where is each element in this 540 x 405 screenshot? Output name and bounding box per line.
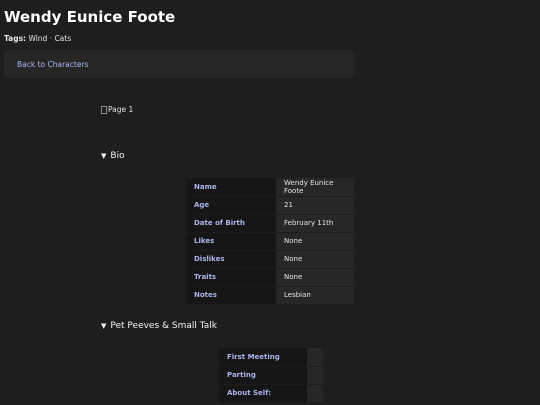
row-key: Parting (219, 366, 307, 385)
page-title: Wendy Eunice Foote (4, 8, 176, 26)
row-key: Age (186, 196, 276, 215)
table-row: First Meeting (219, 348, 323, 367)
row-key: Traits (186, 268, 276, 287)
row-value: Wendy Eunice Foote (276, 178, 354, 197)
table-row: Dislikes None (186, 250, 354, 269)
row-key: Name (186, 178, 276, 197)
table-row: Traits None (186, 268, 354, 287)
table-row: Parting (219, 366, 323, 385)
table-row: Date of Birth February 11th (186, 214, 354, 233)
row-value: None (276, 268, 354, 287)
page-image-alt: Page 1 (108, 105, 134, 114)
row-key: Dislikes (186, 250, 276, 269)
row-key: Likes (186, 232, 276, 251)
row-key: First Meeting (219, 348, 307, 367)
row-key: Notes (186, 286, 276, 305)
back-nav-box: Back to Characters (4, 50, 354, 78)
row-value: February 11th (276, 214, 354, 233)
bio-section-title: Bio (110, 151, 125, 161)
table-row: Notes Lesbian (186, 286, 354, 305)
row-key: Date of Birth (186, 214, 276, 233)
row-value: Lesbian (276, 286, 354, 305)
back-to-characters-link[interactable]: Back to Characters (17, 60, 88, 69)
table-row: Name Wendy Eunice Foote (186, 178, 354, 197)
row-value (307, 384, 323, 403)
table-row: Age 21 (186, 196, 354, 215)
pet-peeves-table: First Meeting Parting About Self: (219, 348, 323, 403)
broken-image-icon (101, 105, 107, 114)
bio-section-toggle[interactable]: ▼ Bio (101, 151, 125, 161)
tags-label: Tags: (4, 34, 27, 43)
tags-value: Wind · Cats (28, 34, 72, 43)
row-value: 21 (276, 196, 354, 215)
row-value (307, 366, 323, 385)
table-row: Likes None (186, 232, 354, 251)
bio-table: Name Wendy Eunice Foote Age 21 Date of Bir… (186, 178, 354, 305)
table-row: About Self: (219, 384, 323, 403)
tags-line: Tags: Wind · Cats (4, 34, 71, 43)
row-key: About Self: (219, 384, 307, 403)
triangle-down-icon: ▼ (101, 152, 107, 160)
row-value: None (276, 232, 354, 251)
row-value: None (276, 250, 354, 269)
page-image: Page 1 (101, 105, 133, 114)
triangle-down-icon: ▼ (101, 322, 107, 330)
pet-peeves-section-title: Pet Peeves & Small Talk (110, 321, 217, 331)
pet-peeves-section-toggle[interactable]: ▼ Pet Peeves & Small Talk (101, 321, 217, 331)
row-value (307, 348, 323, 367)
